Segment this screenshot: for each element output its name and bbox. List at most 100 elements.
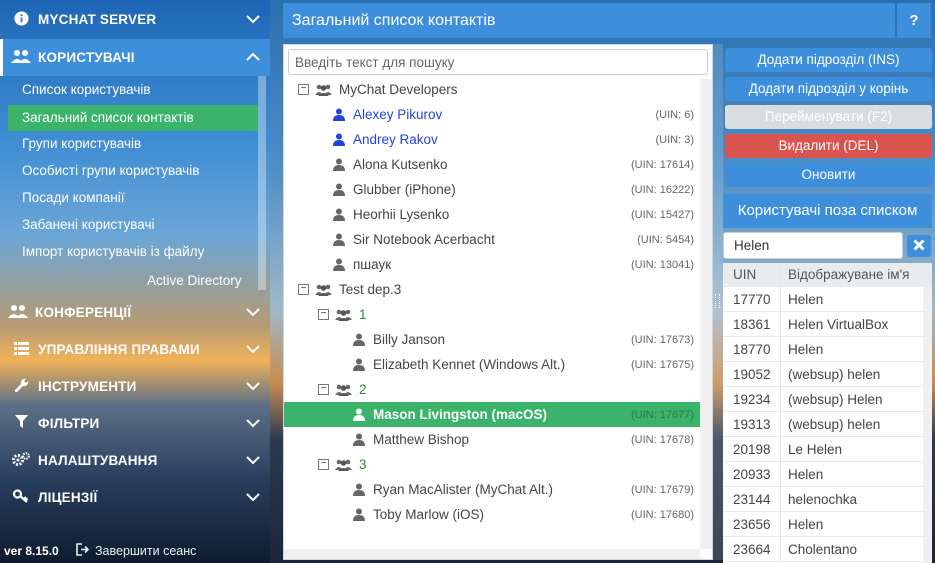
tree-horizontal-scrollbar[interactable]	[284, 549, 700, 559]
table-row[interactable]: 19052 (websup) helen	[723, 362, 932, 387]
chevron-down-icon	[246, 305, 260, 319]
tree-group-row[interactable]: −3	[284, 452, 702, 477]
sidebar-item-user-list[interactable]: Список користувачів	[22, 82, 151, 97]
tree-group-row[interactable]: −1	[284, 302, 702, 327]
users-icon	[8, 304, 28, 321]
sidebar-item-contact-list[interactable]: Загальний список контактів	[8, 105, 258, 131]
key-icon	[11, 489, 31, 506]
panel-splitter[interactable]	[713, 44, 723, 560]
table-row[interactable]: 23656 Helen	[723, 512, 932, 537]
add-subdivision-button[interactable]: Додати підрозділ (INS)	[725, 48, 932, 72]
tree-label: Matthew Bishop	[373, 432, 470, 447]
uin-label: (UIN: 17678)	[631, 433, 694, 446]
collapse-toggle-icon[interactable]: −	[298, 84, 309, 95]
cell-uin: 20198	[723, 437, 781, 461]
group-icon	[314, 84, 332, 96]
table-row[interactable]: 20933 Helen	[723, 462, 932, 487]
user-icon	[332, 208, 346, 221]
clear-filter-button[interactable]	[907, 235, 931, 257]
tree-user-row[interactable]: Alexey Pikurov (UIN: 6)	[284, 102, 702, 127]
group-icon	[334, 459, 352, 471]
sidebar: MYCHAT SERVER КОРИСТУВАЧІ Список користу…	[0, 0, 270, 563]
collapse-toggle-icon[interactable]: −	[318, 309, 329, 320]
cell-display-name: Helen	[788, 517, 824, 532]
add-root-subdivision-button[interactable]: Додати підрозділ у корінь	[725, 77, 932, 101]
table-row[interactable]: 19234 (websup) Helen	[723, 387, 932, 412]
submenu-scrollbar[interactable]	[258, 76, 266, 290]
tree-group-row[interactable]: − MyChat Developers	[284, 77, 702, 102]
tree-group-row[interactable]: −2	[284, 377, 702, 402]
user-icon	[352, 358, 366, 371]
collapse-toggle-icon[interactable]: −	[298, 284, 309, 295]
tree-user-row[interactable]: Glubber (iPhone) (UIN: 16222)	[284, 177, 702, 202]
logout-link[interactable]: Завершити сеанс	[76, 543, 196, 559]
column-display-name[interactable]: Відображуване ім'я	[781, 263, 909, 287]
tree-user-row[interactable]: Sir Notebook Acerbacht (UIN: 5454)	[284, 227, 702, 252]
sidebar-item-personal-groups[interactable]: Особисті групи користувачів	[22, 163, 199, 178]
table-row[interactable]: 18361 Helen VirtualBox	[723, 312, 932, 337]
users-icon	[11, 49, 31, 66]
tree-user-row[interactable]: Ryan MacAlister (MyChat Alt.) (UIN: 17679…	[284, 477, 702, 502]
tree-label: Mason Livingston (macOS)	[373, 407, 548, 422]
nav-users[interactable]: КОРИСТУВАЧІ	[0, 39, 270, 76]
refresh-button[interactable]: Оновити	[725, 163, 932, 187]
nav-mychat-server[interactable]: MYCHAT SERVER	[0, 1, 270, 38]
user-icon	[332, 183, 346, 196]
tree-user-row[interactable]: Matthew Bishop (UIN: 17678)	[284, 427, 702, 452]
tree-user-row[interactable]: Mason Livingston (macOS) (UIN: 17677)	[284, 402, 702, 427]
nav-label: УПРАВЛІННЯ ПРАВАМИ	[38, 342, 200, 357]
table-row[interactable]: 19313 (websup) helen	[723, 412, 932, 437]
table-header: UIN Відображуване ім'я	[723, 263, 932, 287]
tree-user-row[interactable]: Alona Kutsenko (UIN: 17614)	[284, 152, 702, 177]
tree-user-row[interactable]: пшаук (UIN: 13041)	[284, 252, 702, 277]
sidebar-item-import[interactable]: Імпорт користувачів із файлу	[22, 244, 204, 259]
collapse-toggle-icon[interactable]: −	[318, 384, 329, 395]
uin-label: (UIN: 17680)	[631, 508, 694, 521]
nav-filters[interactable]: ФІЛЬТРИ	[0, 405, 270, 442]
sidebar-item-active-directory[interactable]: Active Directory	[147, 273, 242, 288]
tree-label: Test dep.3	[339, 282, 402, 297]
nav-conferences[interactable]: КОНФЕРЕНЦІЇ	[0, 294, 270, 331]
chevron-down-icon	[246, 490, 260, 504]
column-uin[interactable]: UIN	[723, 263, 781, 287]
tree-group-row[interactable]: − Test dep.3	[284, 277, 702, 302]
table-row[interactable]: 23144 helenochka	[723, 487, 932, 512]
tree-user-row[interactable]: Toby Marlow (iOS) (UIN: 17680)	[284, 502, 702, 527]
uin-label: (UIN: 17677)	[631, 408, 694, 421]
uin-label: (UIN: 5454)	[637, 233, 694, 246]
delete-button[interactable]: Видалити (DEL)	[725, 134, 932, 158]
tree-user-row[interactable]: Heorhii Lysenko (UIN: 15427)	[284, 202, 702, 227]
contacts-tree-panel: − MyChat Developers Alexey Pikurov (UIN: 6)…	[283, 44, 713, 560]
sidebar-item-user-groups[interactable]: Групи користувачів	[22, 136, 141, 151]
search-input[interactable]	[288, 49, 708, 75]
table-row[interactable]: 20198 Le Helen	[723, 437, 932, 462]
sidebar-item-banned[interactable]: Забанені користувачі	[22, 217, 154, 232]
nav-settings[interactable]: НАЛАШТУВАННЯ	[0, 442, 270, 479]
nav-tools[interactable]: ІНСТРУМЕНТИ	[0, 368, 270, 405]
user-icon	[332, 133, 346, 146]
user-icon	[352, 333, 366, 346]
nav-label: КОНФЕРЕНЦІЇ	[35, 305, 132, 320]
tree-user-row[interactable]: Andrey Rakov (UIN: 3)	[284, 127, 702, 152]
tree-vertical-scrollbar[interactable]	[700, 79, 712, 549]
table-scrollbar[interactable]	[923, 287, 932, 563]
help-button[interactable]: ?	[897, 3, 931, 38]
outside-filter-input[interactable]	[723, 232, 903, 259]
cell-uin: 23664	[723, 537, 781, 561]
tree-user-row[interactable]: Elizabeth Kennet (Windows Alt.) (UIN: 176…	[284, 352, 702, 377]
rename-button[interactable]: Перейменувати (F2)	[725, 105, 932, 129]
nav-rights[interactable]: УПРАВЛІННЯ ПРАВАМИ	[0, 331, 270, 368]
tree-user-row[interactable]: Billy Janson (UIN: 17673)	[284, 327, 702, 352]
nav-licenses[interactable]: ЛІЦЕНЗІЇ	[0, 479, 270, 516]
table-row[interactable]: 17770 Helen	[723, 287, 932, 312]
sidebar-item-positions[interactable]: Посади компанії	[22, 190, 125, 205]
splitter-grip-icon	[715, 294, 720, 308]
cell-display-name: (websup) helen	[788, 367, 881, 382]
collapse-toggle-icon[interactable]: −	[318, 459, 329, 470]
table-row[interactable]: 18770 Helen	[723, 337, 932, 362]
uin-label: (UIN: 3)	[655, 133, 695, 146]
cell-display-name: (websup) helen	[788, 417, 881, 432]
cell-display-name: Helen	[788, 342, 824, 357]
group-icon	[334, 384, 352, 396]
table-row[interactable]: 23664 Cholentano	[723, 537, 932, 562]
